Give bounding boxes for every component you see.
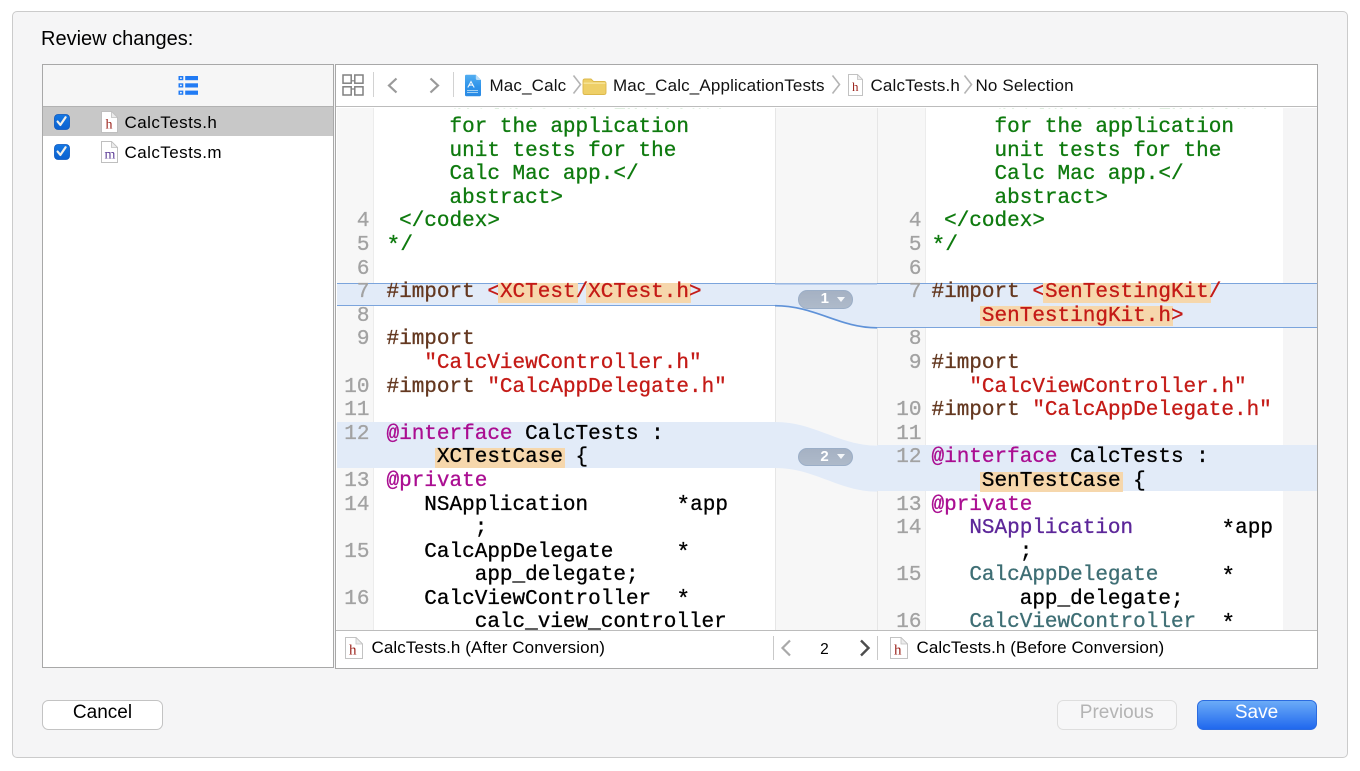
svg-text:h: h [894,642,902,658]
svg-text:m: m [105,147,116,162]
svg-text:h: h [349,642,357,658]
svg-text:h: h [852,79,859,94]
svg-text:h: h [106,118,113,133]
